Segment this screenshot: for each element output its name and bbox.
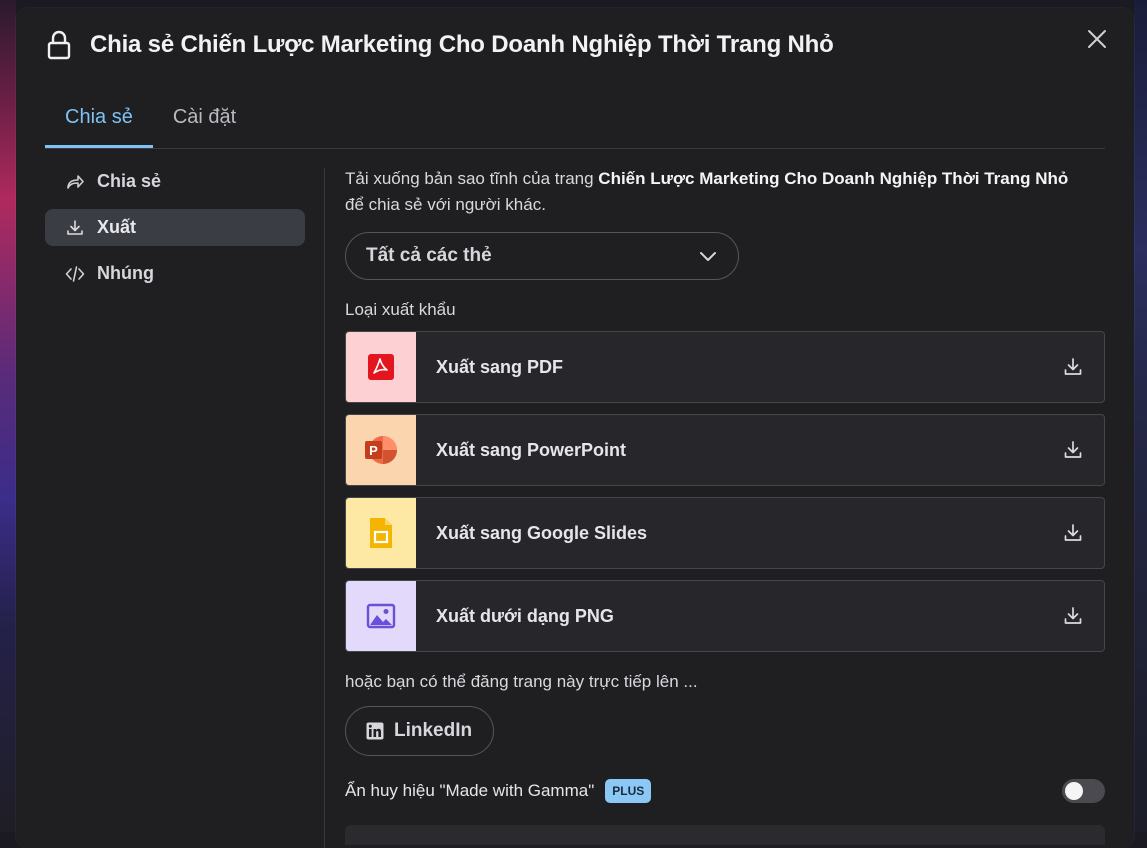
code-icon — [65, 265, 85, 282]
divider — [324, 168, 325, 848]
post-directly-text: hoặc bạn có thể đăng trang này trực tiếp… — [345, 672, 698, 691]
powerpoint-icon: P — [365, 436, 397, 464]
modal-header: Chia sẻ Chiến Lược Marketing Cho Doanh N… — [46, 28, 1106, 62]
desc-suffix: để chia sẻ với người khác. — [345, 195, 546, 214]
close-icon[interactable] — [1086, 28, 1108, 50]
pdf-icon — [368, 354, 394, 380]
powerpoint-icon-box: P — [346, 415, 416, 485]
hide-badge-label: Ẩn huy hiệu "Made with Gamma" — [345, 781, 595, 800]
background-app-left — [0, 0, 16, 832]
sidebar-item-label: Nhúng — [97, 263, 154, 283]
download-icon — [1064, 524, 1082, 541]
background-app-right — [1134, 0, 1147, 832]
export-png-button[interactable]: Xuất dưới dạng PNG — [345, 580, 1105, 652]
sidebar-item-label: Chia sẻ — [97, 171, 162, 191]
google-slides-icon-box — [346, 498, 416, 568]
download-icon — [1064, 441, 1082, 458]
plus-badge: PLUS — [605, 779, 652, 803]
download-icon — [67, 219, 83, 235]
toggle-knob — [1065, 782, 1083, 800]
tab-settings[interactable]: Cài đặt — [153, 100, 256, 146]
sidebar-item-embed[interactable]: Nhúng — [45, 255, 305, 292]
export-type-label: Loại xuất khẩu — [345, 300, 456, 319]
sidebar: Chia sẻ Xuất Nhúng — [45, 163, 305, 301]
share-icon — [67, 174, 84, 189]
desc-doc-title: Chiến Lược Marketing Cho Doanh Nghiệp Th… — [598, 169, 1069, 188]
linkedin-icon — [366, 722, 384, 740]
export-powerpoint-button[interactable]: P Xuất sang PowerPoint — [345, 414, 1105, 486]
image-icon — [366, 603, 396, 629]
desc-prefix: Tải xuống bản sao tĩnh của trang — [345, 169, 599, 188]
tab-bar: Chia sẻ Cài đặt — [45, 100, 1105, 149]
sidebar-item-share[interactable]: Chia sẻ — [45, 163, 305, 200]
export-google-slides-button[interactable]: Xuất sang Google Slides — [345, 497, 1105, 569]
sidebar-item-export[interactable]: Xuất — [45, 209, 305, 246]
share-modal: Chia sẻ Chiến Lược Marketing Cho Doanh N… — [16, 8, 1134, 848]
google-slides-icon — [370, 518, 392, 548]
pdf-icon-box — [346, 332, 416, 402]
sidebar-item-label: Xuất — [97, 217, 137, 237]
download-icon — [1064, 607, 1082, 624]
tab-share[interactable]: Chia sẻ — [45, 100, 153, 148]
cards-select[interactable]: Tất cả các thẻ — [345, 232, 739, 280]
svg-text:P: P — [369, 443, 378, 458]
export-pdf-button[interactable]: Xuất sang PDF — [345, 331, 1105, 403]
export-png-label: Xuất dưới dạng PNG — [436, 605, 614, 626]
select-value: Tất cả các thẻ — [366, 245, 492, 266]
export-panel: Tải xuống bản sao tĩnh của trang Chiến L… — [345, 166, 1105, 806]
download-icon — [1064, 358, 1082, 375]
export-powerpoint-label: Xuất sang PowerPoint — [436, 439, 627, 460]
linkedin-button[interactable]: LinkedIn — [345, 706, 494, 756]
lock-icon — [47, 30, 71, 60]
export-description: Tải xuống bản sao tĩnh của trang Chiến L… — [345, 166, 1105, 218]
hide-badge-toggle[interactable] — [1062, 779, 1105, 803]
image-icon-box — [346, 581, 416, 651]
chevron-down-icon — [700, 252, 716, 261]
linkedin-label: LinkedIn — [394, 720, 473, 741]
hide-badge-row: Ẩn huy hiệu "Made with Gamma" PLUS — [345, 776, 1105, 806]
modal-title: Chia sẻ Chiến Lược Marketing Cho Doanh N… — [90, 31, 834, 58]
export-pdf-label: Xuất sang PDF — [436, 356, 564, 377]
export-google-slides-label: Xuất sang Google Slides — [436, 522, 648, 543]
bottom-panel — [345, 825, 1105, 845]
